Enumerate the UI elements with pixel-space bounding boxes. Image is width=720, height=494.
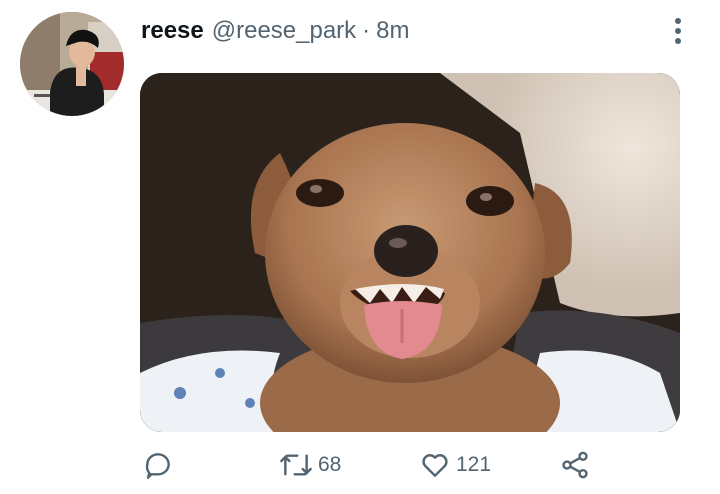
avatar[interactable] xyxy=(20,12,124,116)
heart-icon xyxy=(418,449,452,481)
share-button[interactable] xyxy=(558,440,592,490)
tweet-media-image[interactable] xyxy=(140,73,680,432)
reply-icon xyxy=(142,449,174,481)
like-button[interactable]: 121 xyxy=(418,440,491,490)
retweet-icon xyxy=(278,449,314,481)
like-count: 121 xyxy=(456,453,492,476)
tweet-header: reese @reese_park · 8m xyxy=(141,16,410,46)
tweet: reese @reese_park · 8m 68 121 xyxy=(0,0,720,494)
tweet-actions: 68 121 xyxy=(0,440,720,490)
dog-photo xyxy=(140,73,680,432)
separator-dot: · xyxy=(362,17,371,44)
more-vertical-icon xyxy=(675,18,681,24)
share-icon xyxy=(558,449,592,481)
more-options-button[interactable] xyxy=(664,14,692,48)
tweet-timestamp[interactable]: 8m xyxy=(376,17,409,45)
avatar-photo xyxy=(20,12,124,116)
author-name[interactable]: reese xyxy=(141,17,204,45)
retweet-button[interactable]: 68 xyxy=(278,440,341,490)
author-handle[interactable]: @reese_park xyxy=(212,17,356,45)
reply-button[interactable] xyxy=(142,440,174,490)
retweet-count: 68 xyxy=(318,453,342,476)
